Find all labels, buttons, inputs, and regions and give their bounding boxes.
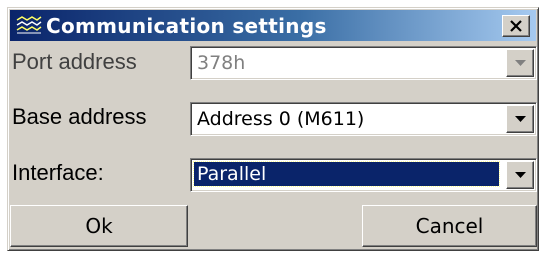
chevron-down-icon: [515, 116, 526, 122]
interface-value: Parallel: [193, 161, 500, 187]
base-address-value: Address 0 (M611): [197, 108, 365, 130]
interface-combo[interactable]: Parallel: [190, 158, 537, 192]
interface-dropdown-button[interactable]: [506, 161, 534, 189]
chevron-down-icon: [515, 60, 526, 66]
close-button[interactable]: [502, 15, 530, 37]
ok-button[interactable]: Ok: [10, 205, 188, 247]
interface-label: Interface:: [12, 160, 104, 185]
port-address-value: 378h: [197, 52, 246, 74]
port-address-dropdown-button: [506, 49, 534, 77]
communication-settings-dialog: Communication settings Port address 378h…: [7, 7, 539, 251]
close-icon: [510, 20, 522, 32]
base-address-combo[interactable]: Address 0 (M611): [190, 102, 537, 136]
base-address-dropdown-button[interactable]: [506, 105, 534, 133]
network-icon: [16, 16, 42, 34]
port-address-label: Port address: [12, 49, 137, 74]
chevron-down-icon: [515, 172, 526, 178]
cancel-button[interactable]: Cancel: [362, 205, 537, 247]
port-address-combo: 378h: [190, 46, 537, 80]
title-bar[interactable]: Communication settings: [10, 10, 536, 41]
base-address-label: Base address: [12, 104, 147, 129]
window-title: Communication settings: [46, 14, 327, 38]
